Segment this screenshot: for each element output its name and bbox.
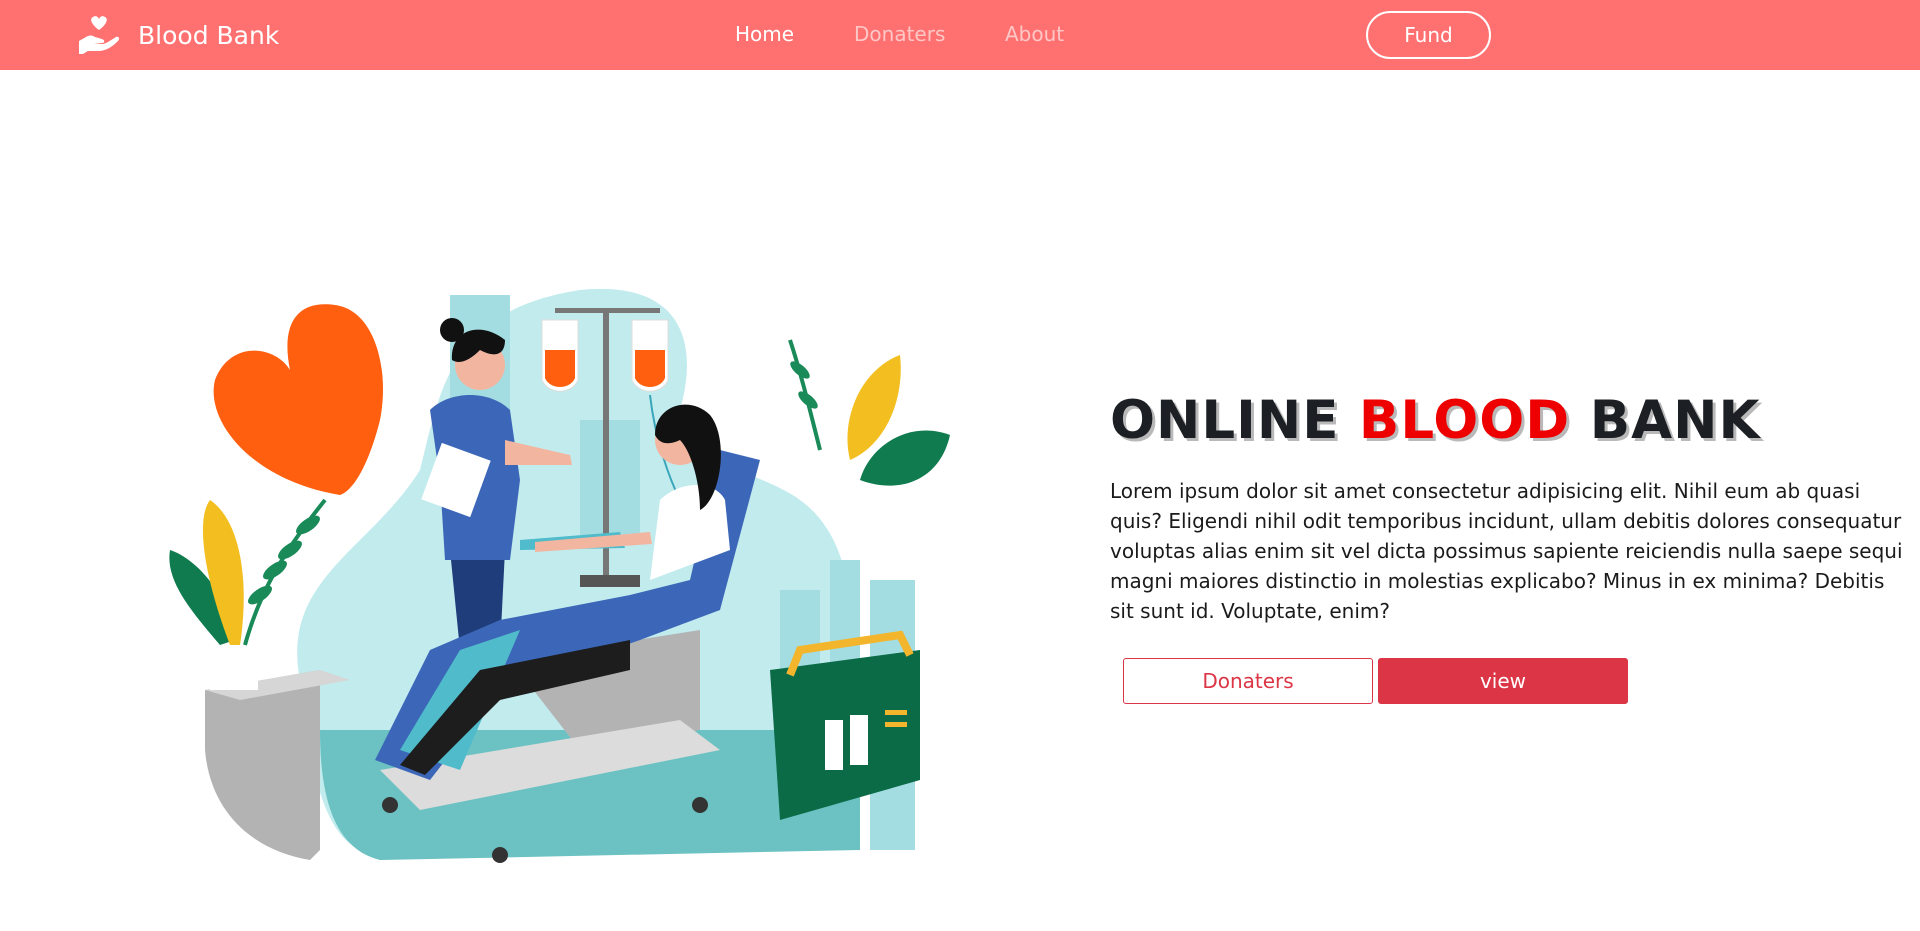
nurse-hair-bun — [440, 318, 464, 342]
hero-description: Lorem ipsum dolor sit amet consectetur a… — [1110, 479, 1903, 623]
hero-title-word-online: ONLINE — [1110, 390, 1340, 451]
chair-wheel — [692, 797, 708, 813]
blood-bag-fill — [635, 350, 665, 387]
hand-heart-icon — [79, 16, 120, 54]
wall-panel — [580, 420, 640, 540]
plant-leaf — [263, 560, 287, 580]
device-screen — [850, 715, 868, 765]
donaters-button[interactable]: Donaters — [1123, 658, 1373, 704]
brand-name: Blood Bank — [138, 20, 280, 50]
fund-button[interactable]: Fund — [1366, 11, 1491, 59]
iv-bar — [555, 308, 660, 313]
device-stripe — [885, 722, 907, 727]
iv-base — [580, 575, 640, 587]
hero-title-word-blood: BLOOD — [1358, 390, 1571, 451]
blood-donation-illustration — [169, 288, 950, 863]
nav-about[interactable]: About — [1005, 22, 1064, 46]
plant-leaf — [278, 540, 302, 560]
device-stripe — [885, 710, 907, 715]
view-button[interactable]: view — [1378, 658, 1628, 704]
nav-donaters[interactable]: Donaters — [854, 22, 945, 46]
plant-pot — [210, 640, 258, 690]
navbar: Blood Bank Home Donaters About Fund — [0, 0, 1920, 70]
blood-bag-fill — [545, 350, 575, 387]
cabinet — [205, 670, 320, 860]
hero-title: ONLINE BLOOD BANK — [1110, 390, 1761, 451]
hero-title-word-bank: BANK — [1589, 390, 1761, 451]
chair-wheel — [382, 797, 398, 813]
chair-wheel — [492, 847, 508, 863]
nav-home[interactable]: Home — [735, 22, 794, 46]
device-screen — [825, 720, 843, 770]
heart-shape — [213, 304, 383, 495]
brand-link[interactable]: Blood Bank — [78, 13, 279, 57]
